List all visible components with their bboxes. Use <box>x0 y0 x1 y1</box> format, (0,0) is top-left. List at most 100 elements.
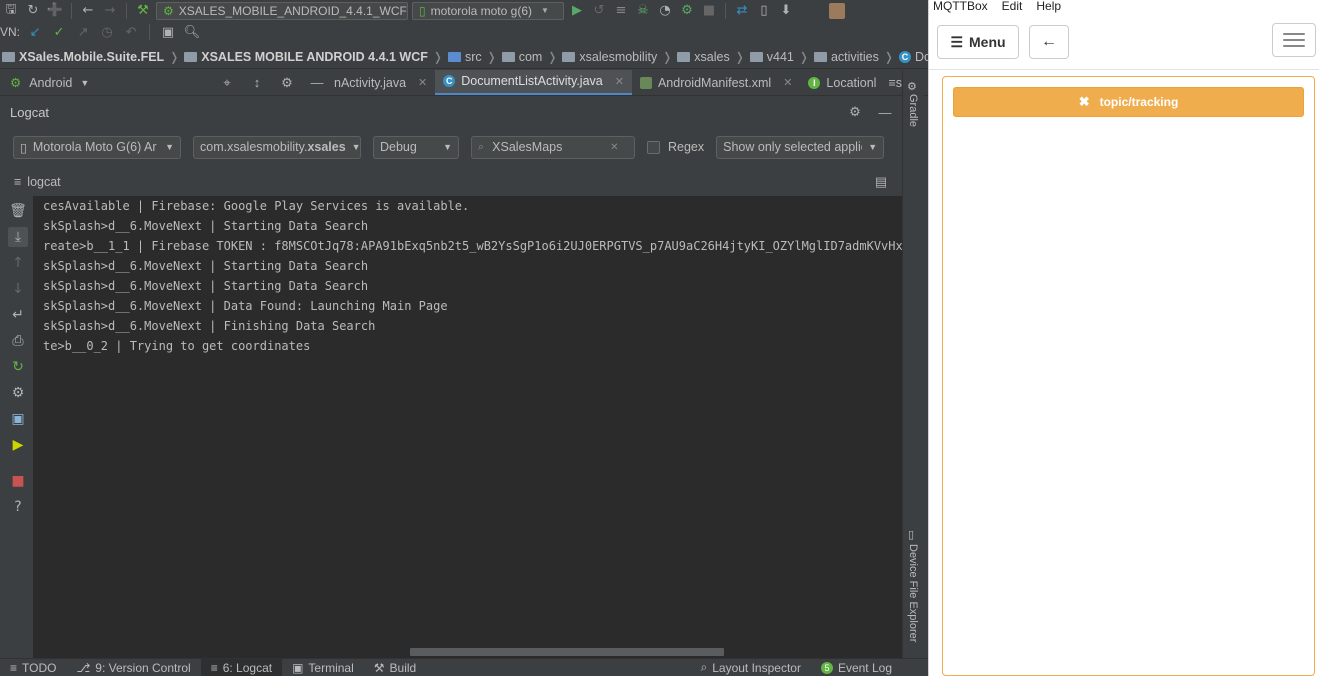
breadcrumb-item-suite[interactable]: XSales.Mobile.Suite.FEL <box>0 50 166 64</box>
log-level-select[interactable]: Debug ▼ <box>373 135 459 159</box>
restart-icon[interactable]: ↻ <box>8 357 28 377</box>
screenshot-icon[interactable]: ▣ <box>8 409 28 429</box>
forward-arrow-icon[interactable]: → <box>101 2 119 20</box>
gear-icon[interactable]: ⚙ <box>8 383 28 403</box>
folder-icon <box>184 51 198 62</box>
run-config-select[interactable]: ⚙ XSALES_MOBILE_ANDROID_4.4.1_WCF ▼ <box>156 1 424 20</box>
android-icon: ⚙ <box>10 76 22 90</box>
print-icon[interactable]: ⎙ <box>8 331 28 351</box>
revert-icon[interactable]: ↶ <box>122 23 140 41</box>
gradle-tool-button[interactable]: Gradle <box>907 94 919 127</box>
up-arrow-icon[interactable]: ↑ <box>8 253 28 273</box>
device-file-explorer-tool-button[interactable]: Device File Explorer <box>907 544 919 642</box>
terminal-tool-button[interactable]: ▣ Terminal <box>282 659 364 676</box>
project-view-select[interactable]: ⚙ Android ▼ <box>0 75 100 91</box>
gear-icon[interactable]: ⚙ <box>846 103 864 121</box>
menu-button[interactable]: ☰ Menu <box>937 25 1019 59</box>
menu-help[interactable]: Help <box>1036 0 1061 14</box>
apply-code-changes-icon[interactable]: ≡ <box>612 2 630 20</box>
layout-icon[interactable]: ▤ <box>872 173 890 191</box>
attach-debugger-icon[interactable]: ⚙ <box>678 2 696 20</box>
commit-check-icon[interactable]: ✓ <box>50 23 68 41</box>
breadcrumb-item-com[interactable]: com <box>500 50 545 64</box>
back-arrow-icon[interactable]: ← <box>79 2 97 20</box>
forward-icon[interactable]: ➕ <box>46 2 64 20</box>
version-control-tool-button[interactable]: ⎇ 9: Version Control <box>66 659 200 676</box>
back-button[interactable]: ← <box>1029 25 1069 59</box>
inspector-icon: ⌕ <box>700 660 708 674</box>
gear-icon[interactable]: ⚙ <box>278 74 296 92</box>
tool-window-bar: ≡ TODO ⎇ 9: Version Control ≡ 6: Logcat ▣ Te… <box>0 658 928 676</box>
breadcrumb-item-class[interactable]: CDocumentListActivi <box>897 50 928 64</box>
layout-inspector-tool-button[interactable]: ⌕ Layout Inspector <box>690 659 810 676</box>
subscriber-panel: ✖ topic/tracking <box>942 76 1315 676</box>
folder-icon <box>677 51 691 62</box>
screen-record-icon[interactable]: ▶ <box>8 435 28 455</box>
stop-icon[interactable]: ■ <box>700 2 718 20</box>
menu-mqttbox[interactable]: MQTTBox <box>933 0 988 14</box>
clear-log-icon[interactable]: 🗑︎ <box>8 201 28 221</box>
gradle-sync-icon[interactable]: ⇄ <box>733 2 751 20</box>
help-icon[interactable]: ? <box>8 497 28 517</box>
tab-androidmanifest[interactable]: AndroidManifest.xml ✕ <box>632 70 800 95</box>
logcat-output: cesAvailable | Firebase: Google Play Ser… <box>33 196 903 658</box>
close-icon[interactable]: ✕ <box>783 76 792 89</box>
hide-icon[interactable]: — <box>308 74 326 92</box>
menu-edit[interactable]: Edit <box>1002 0 1023 14</box>
close-icon[interactable]: ✕ <box>418 76 427 89</box>
device-select[interactable]: ▯ motorola moto g(6) ▼ <box>412 1 564 20</box>
logcat-package-select[interactable]: com.xsalesmobility.xsales ▼ <box>193 135 361 159</box>
user-avatar[interactable] <box>829 2 845 19</box>
breadcrumb-item-activities[interactable]: activities <box>812 50 881 64</box>
editor-tabs-row: ⚙ Android ▼ ⌖ ↕ ⚙ — nActivity.java ✕ C Doc… <box>0 70 928 96</box>
logcat-search-input[interactable] <box>492 140 603 154</box>
build-tool-button[interactable]: ⚒ Build <box>364 659 426 676</box>
push-icon[interactable]: ↗ <box>74 23 92 41</box>
log-line: skSplash>d__6.MoveNext | Data Found: Lau… <box>43 299 448 313</box>
debug-icon[interactable]: ☠ <box>634 2 652 20</box>
breadcrumb-item-xsales[interactable]: xsales <box>675 50 731 64</box>
stop-icon[interactable]: ■ <box>8 471 28 491</box>
close-icon[interactable]: ✕ <box>615 75 624 88</box>
horizontal-scrollbar[interactable] <box>410 648 724 656</box>
minimize-icon[interactable]: — <box>876 103 894 121</box>
profile-icon[interactable]: ◔ <box>656 2 674 20</box>
regex-checkbox[interactable]: Regex <box>647 140 704 154</box>
save-icon[interactable]: 🖫 <box>2 2 20 20</box>
breadcrumb-item-v441[interactable]: v441 <box>748 50 796 64</box>
topic-unsubscribe-button[interactable]: ✖ topic/tracking <box>953 87 1304 117</box>
logcat-filters: ▯ Motorola Moto G(6) Ar ▼ com.xsalesmobi… <box>4 131 900 163</box>
tab-location[interactable]: I Locationl <box>800 70 884 95</box>
down-arrow-icon[interactable]: ↓ <box>8 279 28 299</box>
logcat-device-select[interactable]: ▯ Motorola Moto G(6) Ar ▼ <box>13 135 181 159</box>
interface-icon: I <box>808 76 821 89</box>
event-log-tool-button[interactable]: 5 Event Log <box>811 659 928 676</box>
filter-mode-select[interactable]: Show only selected applica ▼ <box>716 135 885 159</box>
scroll-to-end-icon[interactable]: ⤓ <box>8 227 28 247</box>
breadcrumb-item-xsalesmobility[interactable]: xsalesmobility <box>560 50 659 64</box>
sdk-manager-icon[interactable]: ⬇ <box>777 2 795 20</box>
logcat-tool-button[interactable]: ≡ 6: Logcat <box>200 658 283 676</box>
navbar-toggle-button[interactable] <box>1272 23 1316 57</box>
tab-documentlistactivity[interactable]: C DocumentListActivity.java ✕ <box>435 70 632 95</box>
locate-icon[interactable]: ⌖ <box>218 74 236 92</box>
history-icon[interactable]: ◷ <box>98 23 116 41</box>
hamburger-line <box>1283 45 1305 47</box>
tab-nactivity[interactable]: nActivity.java ✕ <box>326 70 435 95</box>
build-hammer-icon[interactable]: ⚒ <box>134 2 152 20</box>
logcat-search: ⌕ ✕ <box>471 135 635 159</box>
run-icon[interactable]: ▶ <box>568 2 586 20</box>
search-icon[interactable]: 🔍︎ <box>183 23 201 41</box>
sync-icon[interactable]: ↻ <box>24 2 42 20</box>
apply-changes-icon[interactable]: ↺ <box>590 2 608 20</box>
clear-icon[interactable]: ✕ <box>610 142 618 153</box>
todo-tool-button[interactable]: ≡ TODO <box>0 659 66 676</box>
update-project-icon[interactable]: ↙ <box>26 23 44 41</box>
logcat-side-toolbar: 🗑︎ ⤓ ↑ ↓ ↵ ⎙ ↻ ⚙ ▣ ▶ ■ ? <box>4 197 32 657</box>
collapse-icon[interactable]: ↕ <box>248 74 266 92</box>
avd-manager-icon[interactable]: ▯ <box>755 2 773 20</box>
breadcrumb-item-src[interactable]: src <box>446 50 484 64</box>
breadcrumb-item-module[interactable]: XSALES MOBILE ANDROID 4.4.1 WCF <box>182 50 430 64</box>
soft-wrap-icon[interactable]: ↵ <box>8 305 28 325</box>
project-structure-icon[interactable]: ▣ <box>159 23 177 41</box>
